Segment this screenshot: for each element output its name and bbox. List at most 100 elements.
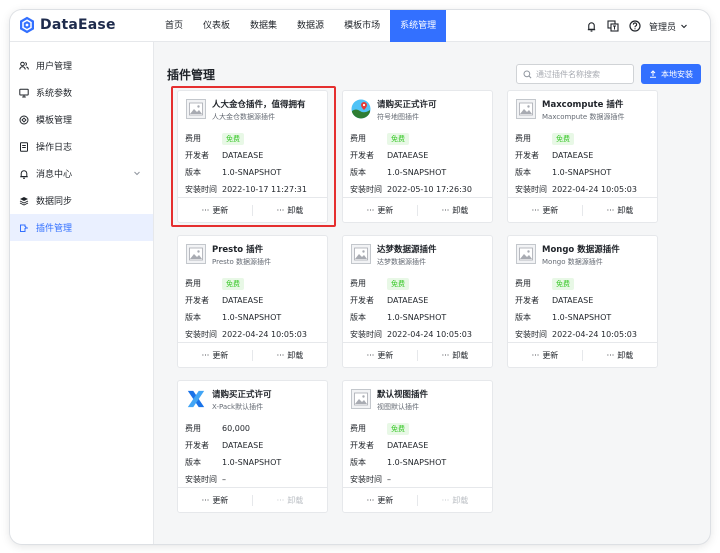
install-time-value: 2022-10-17 11:27:31 (222, 185, 307, 194)
uninstall-button: ··· 卸载 (253, 488, 327, 512)
update-label: 更新 (377, 350, 394, 360)
version-value: 1.0-SNAPSHOT (552, 168, 612, 177)
sidebar-item-label: 消息中心 (36, 170, 73, 180)
version-label: 版本 (515, 168, 531, 177)
fee-label: 费用 (350, 424, 366, 433)
plugin-name: 请购买正式许可 (212, 390, 272, 400)
sidebar: 用户管理 系统参数 模板管理 操作日志 消息中心 数据同步 插件管理 (10, 42, 154, 544)
help-icon[interactable] (629, 20, 641, 32)
sidebar-item-message-center[interactable]: 消息中心 (10, 160, 153, 187)
free-tag: 免费 (387, 277, 409, 290)
update-button[interactable]: ··· 更新 (508, 343, 582, 367)
plugin-card: 默认视图插件 视图默认插件 费用 免费 开发者 DATAEASE 版本 1.0-SNA… (342, 380, 493, 513)
update-button[interactable]: ··· 更新 (178, 198, 252, 222)
sidebar-item-data-sync[interactable]: 数据同步 (10, 187, 153, 214)
page-title: 插件管理 (167, 68, 216, 82)
language-icon[interactable] (607, 20, 619, 32)
more-dots-icon: ··· (441, 495, 450, 505)
plugin-icon (19, 223, 29, 233)
install-time-label: 安装时间 (350, 185, 382, 194)
plugin-desc: 符号地图插件 (377, 113, 419, 121)
nav-datasource[interactable]: 数据源 (287, 10, 334, 42)
free-tag: 免费 (387, 132, 409, 145)
update-label: 更新 (377, 205, 394, 215)
update-button[interactable]: ··· 更新 (508, 198, 582, 222)
plugin-header: Presto 插件 Presto 数据源插件 (186, 244, 271, 267)
more-dots-icon: ··· (201, 495, 210, 505)
plugin-card: Mongo 数据源插件 Mongo 数据源插件 费用 免费 开发者 DATAEASE… (507, 235, 658, 368)
local-install-button[interactable]: 本地安装 (641, 64, 701, 84)
uninstall-button[interactable]: ··· 卸载 (418, 198, 492, 222)
notification-icon[interactable] (586, 21, 597, 32)
update-button[interactable]: ··· 更新 (178, 343, 252, 367)
main-content: 插件管理 本地安装 人大金仓插件，值得拥有 人大金仓数据源插件 费用免费 开发者… (154, 42, 710, 544)
install-time-value: 2022-04-24 10:05:03 (552, 185, 637, 194)
version-value: 1.0-SNAPSHOT (222, 458, 282, 467)
plugin-actions: ··· 更新 ··· 卸载 (178, 342, 327, 367)
local-install-label: 本地安装 (661, 69, 693, 79)
developer-label: 开发者 (185, 296, 209, 305)
uninstall-button[interactable]: ··· 卸载 (583, 198, 657, 222)
uninstall-button[interactable]: ··· 卸载 (253, 343, 327, 367)
version-value: 1.0-SNAPSHOT (222, 168, 282, 177)
uninstall-label: 卸载 (452, 350, 469, 360)
template-icon (19, 115, 29, 125)
plugin-desc: Maxcompute 数据源插件 (542, 113, 625, 121)
update-button[interactable]: ··· 更新 (343, 198, 417, 222)
version-label: 版本 (350, 168, 366, 177)
sidebar-item-operation-log[interactable]: 操作日志 (10, 133, 153, 160)
plugin-desc: Presto 数据源插件 (212, 258, 272, 266)
more-dots-icon: ··· (441, 350, 450, 360)
search-box[interactable] (516, 64, 634, 84)
sidebar-item-templates[interactable]: 模板管理 (10, 106, 153, 133)
nav-home[interactable]: 首页 (155, 10, 193, 42)
fee-label: 费用 (515, 279, 531, 288)
version-label: 版本 (350, 313, 366, 322)
image-placeholder-icon (186, 99, 206, 119)
uninstall-label: 卸载 (287, 495, 304, 505)
image-placeholder-icon (351, 244, 371, 264)
logo[interactable]: DataEase (19, 16, 116, 34)
developer-value: DATAEASE (387, 296, 429, 305)
uninstall-label: 卸载 (452, 205, 469, 215)
plugin-header: 请购买正式许可 X-Pack默认插件 (186, 389, 272, 412)
update-label: 更新 (212, 205, 229, 215)
user-menu[interactable]: 管理员 (649, 20, 676, 33)
sidebar-item-system-params[interactable]: 系统参数 (10, 79, 153, 106)
install-time-label: 安装时间 (185, 475, 217, 484)
uninstall-button[interactable]: ··· 卸载 (253, 198, 327, 222)
developer-label: 开发者 (515, 296, 539, 305)
more-dots-icon: ··· (276, 350, 285, 360)
nav-dashboard[interactable]: 仪表板 (193, 10, 240, 42)
nav-dataset[interactable]: 数据集 (240, 10, 287, 42)
sidebar-item-users[interactable]: 用户管理 (10, 52, 153, 79)
image-placeholder-icon (516, 99, 536, 119)
upload-icon (649, 70, 657, 78)
plugin-header: Mongo 数据源插件 Mongo 数据源插件 (516, 244, 620, 267)
sidebar-item-label: 用户管理 (36, 62, 73, 72)
sidebar-item-plugin-management[interactable]: 插件管理 (10, 214, 153, 241)
plugin-header: 默认视图插件 视图默认插件 (351, 389, 428, 412)
plugin-name: Maxcompute 插件 (542, 100, 624, 110)
uninstall-button[interactable]: ··· 卸载 (418, 343, 492, 367)
plugin-card: 人大金仓插件，值得拥有 人大金仓数据源插件 费用 免费 开发者 DATAEASE 版… (177, 90, 328, 223)
uninstall-button[interactable]: ··· 卸载 (583, 343, 657, 367)
search-input[interactable] (536, 69, 628, 79)
update-button[interactable]: ··· 更新 (178, 488, 252, 512)
nav-template-market[interactable]: 模板市场 (334, 10, 390, 42)
developer-label: 开发者 (185, 441, 209, 450)
nav-system-management[interactable]: 系统管理 (390, 10, 447, 42)
bell-icon (19, 169, 29, 179)
developer-value: DATAEASE (222, 296, 264, 305)
update-button[interactable]: ··· 更新 (343, 488, 417, 512)
update-label: 更新 (377, 495, 394, 505)
more-dots-icon: ··· (366, 205, 375, 215)
fee-label: 费用 (185, 279, 201, 288)
chevron-down-icon[interactable] (133, 169, 141, 177)
more-dots-icon: ··· (606, 350, 615, 360)
fee-label: 费用 (185, 424, 201, 433)
plugin-actions: ··· 更新 ··· 卸载 (178, 487, 327, 512)
update-button[interactable]: ··· 更新 (343, 343, 417, 367)
chevron-down-icon[interactable] (680, 22, 688, 30)
developer-value: DATAEASE (552, 151, 594, 160)
